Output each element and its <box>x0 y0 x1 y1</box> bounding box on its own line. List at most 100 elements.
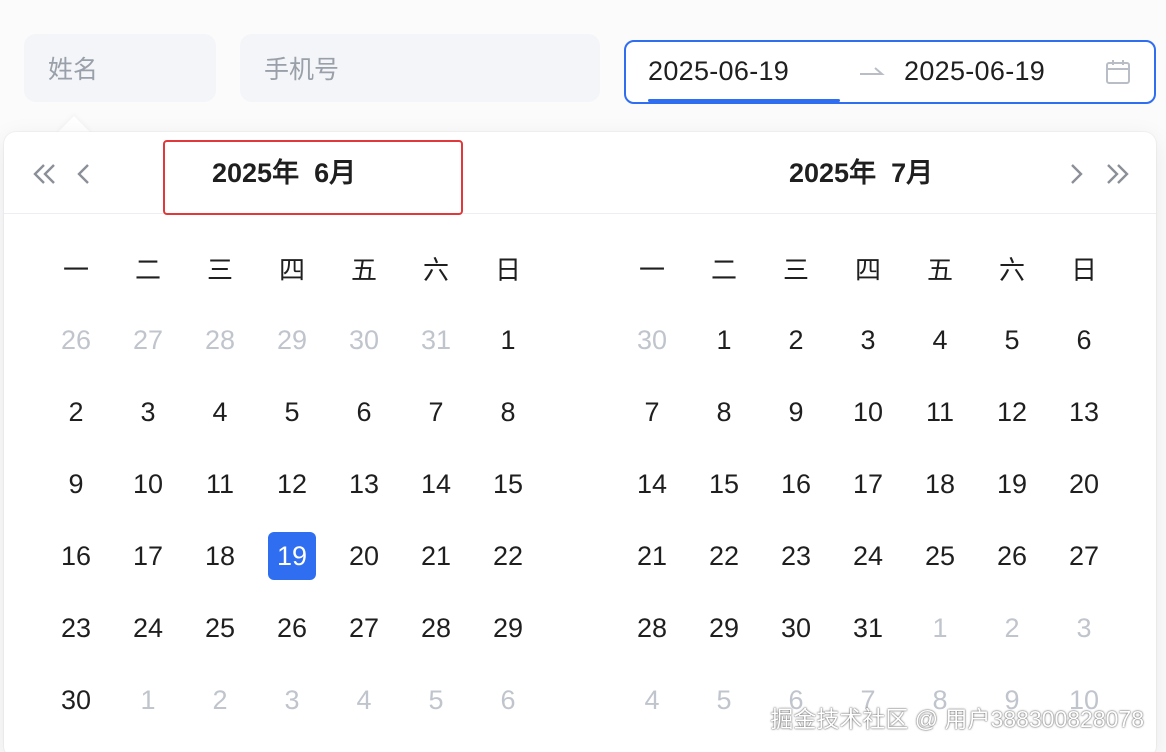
day-cell[interactable]: 5 <box>688 664 760 736</box>
day-cell[interactable]: 5 <box>400 664 472 736</box>
day-cell[interactable]: 1 <box>112 664 184 736</box>
day-cell[interactable]: 6 <box>472 664 544 736</box>
day-cell[interactable]: 21 <box>616 520 688 592</box>
day-cell[interactable]: 4 <box>328 664 400 736</box>
day-cell[interactable]: 2 <box>976 592 1048 664</box>
selected-day-cell[interactable]: 19 <box>256 520 328 592</box>
date-range-picker[interactable]: 2025-06-19 2025-06-19 <box>624 40 1156 104</box>
day-cell[interactable]: 18 <box>904 448 976 520</box>
day-cell[interactable]: 3 <box>1048 592 1120 664</box>
day-cell[interactable]: 2 <box>760 304 832 376</box>
day-cell[interactable]: 19 <box>976 448 1048 520</box>
day-cell[interactable]: 12 <box>976 376 1048 448</box>
double-chevron-left-icon[interactable] <box>30 161 60 192</box>
day-cell[interactable]: 3 <box>112 376 184 448</box>
day-cell[interactable]: 28 <box>616 592 688 664</box>
day-cell[interactable]: 25 <box>184 592 256 664</box>
day-cell[interactable]: 6 <box>328 376 400 448</box>
range-end-input[interactable]: 2025-06-19 <box>904 56 1045 87</box>
day-cell[interactable]: 23 <box>40 592 112 664</box>
phone-input[interactable]: 手机号 <box>240 34 600 102</box>
day-number: 3 <box>284 684 300 715</box>
day-cell[interactable]: 11 <box>184 448 256 520</box>
day-cell[interactable]: 7 <box>616 376 688 448</box>
day-number: 7 <box>428 396 444 427</box>
day-cell[interactable]: 5 <box>256 376 328 448</box>
day-cell[interactable]: 4 <box>184 376 256 448</box>
day-cell[interactable]: 15 <box>688 448 760 520</box>
weekday-label: 一 <box>62 254 89 285</box>
day-cell[interactable]: 1 <box>688 304 760 376</box>
day-cell[interactable]: 16 <box>760 448 832 520</box>
day-cell[interactable]: 17 <box>832 448 904 520</box>
day-cell[interactable]: 27 <box>1048 520 1120 592</box>
day-cell[interactable]: 8 <box>472 376 544 448</box>
day-cell[interactable]: 10 <box>112 448 184 520</box>
day-cell[interactable]: 28 <box>400 592 472 664</box>
day-cell[interactable]: 31 <box>400 304 472 376</box>
chevron-right-icon[interactable] <box>1066 161 1086 192</box>
day-cell[interactable]: 7 <box>400 376 472 448</box>
day-cell[interactable]: 13 <box>328 448 400 520</box>
day-number: 25 <box>204 612 236 643</box>
day-cell[interactable]: 3 <box>256 664 328 736</box>
day-number: 2 <box>788 324 804 355</box>
day-cell[interactable]: 29 <box>688 592 760 664</box>
day-cell[interactable]: 25 <box>904 520 976 592</box>
day-cell[interactable]: 24 <box>112 592 184 664</box>
day-cell[interactable]: 9 <box>760 376 832 448</box>
day-number: 3 <box>1076 612 1092 643</box>
day-cell[interactable]: 22 <box>688 520 760 592</box>
day-cell[interactable]: 5 <box>976 304 1048 376</box>
day-cell[interactable]: 28 <box>184 304 256 376</box>
day-cell[interactable]: 27 <box>112 304 184 376</box>
day-cell[interactable]: 8 <box>688 376 760 448</box>
day-cell[interactable]: 15 <box>472 448 544 520</box>
chevron-left-icon[interactable] <box>74 161 94 192</box>
weekday-header-row: 一二三四五六日 <box>40 232 544 304</box>
day-cell[interactable]: 18 <box>184 520 256 592</box>
day-cell[interactable]: 11 <box>904 376 976 448</box>
day-cell[interactable]: 4 <box>616 664 688 736</box>
day-cell[interactable]: 20 <box>1048 448 1120 520</box>
day-cell[interactable]: 30 <box>328 304 400 376</box>
day-cell[interactable]: 6 <box>1048 304 1120 376</box>
day-cell[interactable]: 1 <box>904 592 976 664</box>
day-cell[interactable]: 31 <box>832 592 904 664</box>
day-cell[interactable]: 30 <box>616 304 688 376</box>
day-cell[interactable]: 29 <box>472 592 544 664</box>
day-cell[interactable]: 2 <box>40 376 112 448</box>
name-input[interactable]: 姓名 <box>24 34 216 102</box>
day-cell[interactable]: 17 <box>112 520 184 592</box>
day-cell[interactable]: 14 <box>616 448 688 520</box>
day-cell[interactable]: 26 <box>40 304 112 376</box>
day-cell[interactable]: 13 <box>1048 376 1120 448</box>
double-chevron-right-icon[interactable] <box>1102 161 1132 192</box>
day-cell[interactable]: 2 <box>184 664 256 736</box>
day-cell[interactable]: 14 <box>400 448 472 520</box>
day-cell[interactable]: 26 <box>256 592 328 664</box>
calendar-icon[interactable] <box>1104 58 1132 91</box>
day-cell[interactable]: 26 <box>976 520 1048 592</box>
day-cell[interactable]: 21 <box>400 520 472 592</box>
day-number: 23 <box>780 540 812 571</box>
day-cell[interactable]: 29 <box>256 304 328 376</box>
day-cell[interactable]: 16 <box>40 520 112 592</box>
day-cell[interactable]: 27 <box>328 592 400 664</box>
day-number: 1 <box>140 684 156 715</box>
day-cell[interactable]: 24 <box>832 520 904 592</box>
range-start-input[interactable]: 2025-06-19 <box>648 56 789 87</box>
day-cell[interactable]: 30 <box>40 664 112 736</box>
right-month-title[interactable]: 2025年 7月 <box>789 156 933 190</box>
day-cell[interactable]: 22 <box>472 520 544 592</box>
day-cell[interactable]: 1 <box>472 304 544 376</box>
day-cell[interactable]: 23 <box>760 520 832 592</box>
day-cell[interactable]: 12 <box>256 448 328 520</box>
week-row: 16 17 18 19 20 21 22 <box>40 520 544 592</box>
day-cell[interactable]: 30 <box>760 592 832 664</box>
day-cell[interactable]: 20 <box>328 520 400 592</box>
day-cell[interactable]: 4 <box>904 304 976 376</box>
day-cell[interactable]: 10 <box>832 376 904 448</box>
day-cell[interactable]: 3 <box>832 304 904 376</box>
day-cell[interactable]: 9 <box>40 448 112 520</box>
